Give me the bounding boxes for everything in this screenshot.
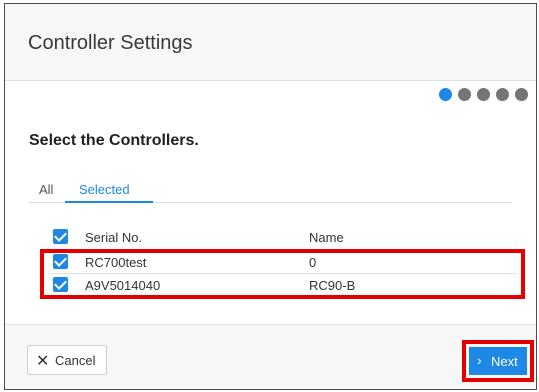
step-dot-4 bbox=[496, 88, 509, 101]
dialog-footer: ✕ Cancel › Next bbox=[5, 324, 536, 389]
dialog-header: Controller Settings bbox=[5, 4, 536, 81]
table-header-row: Serial No. Name bbox=[47, 224, 517, 250]
wizard-step-indicator bbox=[439, 88, 528, 101]
tab-all[interactable]: All bbox=[39, 182, 53, 197]
cancel-label: Cancel bbox=[55, 353, 96, 368]
tab-selected[interactable]: Selected bbox=[79, 182, 130, 197]
step-dot-5 bbox=[515, 88, 528, 101]
next-button[interactable]: › Next bbox=[469, 347, 527, 375]
controller-settings-dialog: Controller Settings Select the Controlle… bbox=[4, 3, 537, 390]
column-header-name: Name bbox=[309, 230, 344, 245]
chevron-right-icon: › bbox=[477, 352, 482, 368]
next-button-highlight: › Next bbox=[462, 340, 534, 382]
active-tab-indicator bbox=[65, 201, 153, 203]
section-heading: Select the Controllers. bbox=[29, 132, 199, 149]
cancel-button[interactable]: ✕ Cancel bbox=[27, 345, 107, 375]
step-dot-2 bbox=[458, 88, 471, 101]
selected-rows-highlight bbox=[40, 249, 525, 299]
tab-bar: All Selected bbox=[29, 176, 512, 203]
column-header-serial: Serial No. bbox=[85, 230, 143, 245]
dialog-title: Controller Settings bbox=[28, 32, 193, 54]
select-all-checkbox[interactable] bbox=[53, 229, 68, 244]
next-label: Next bbox=[491, 354, 518, 369]
step-dot-1 bbox=[439, 88, 452, 101]
step-dot-3 bbox=[477, 88, 490, 101]
close-icon: ✕ bbox=[36, 353, 50, 370]
